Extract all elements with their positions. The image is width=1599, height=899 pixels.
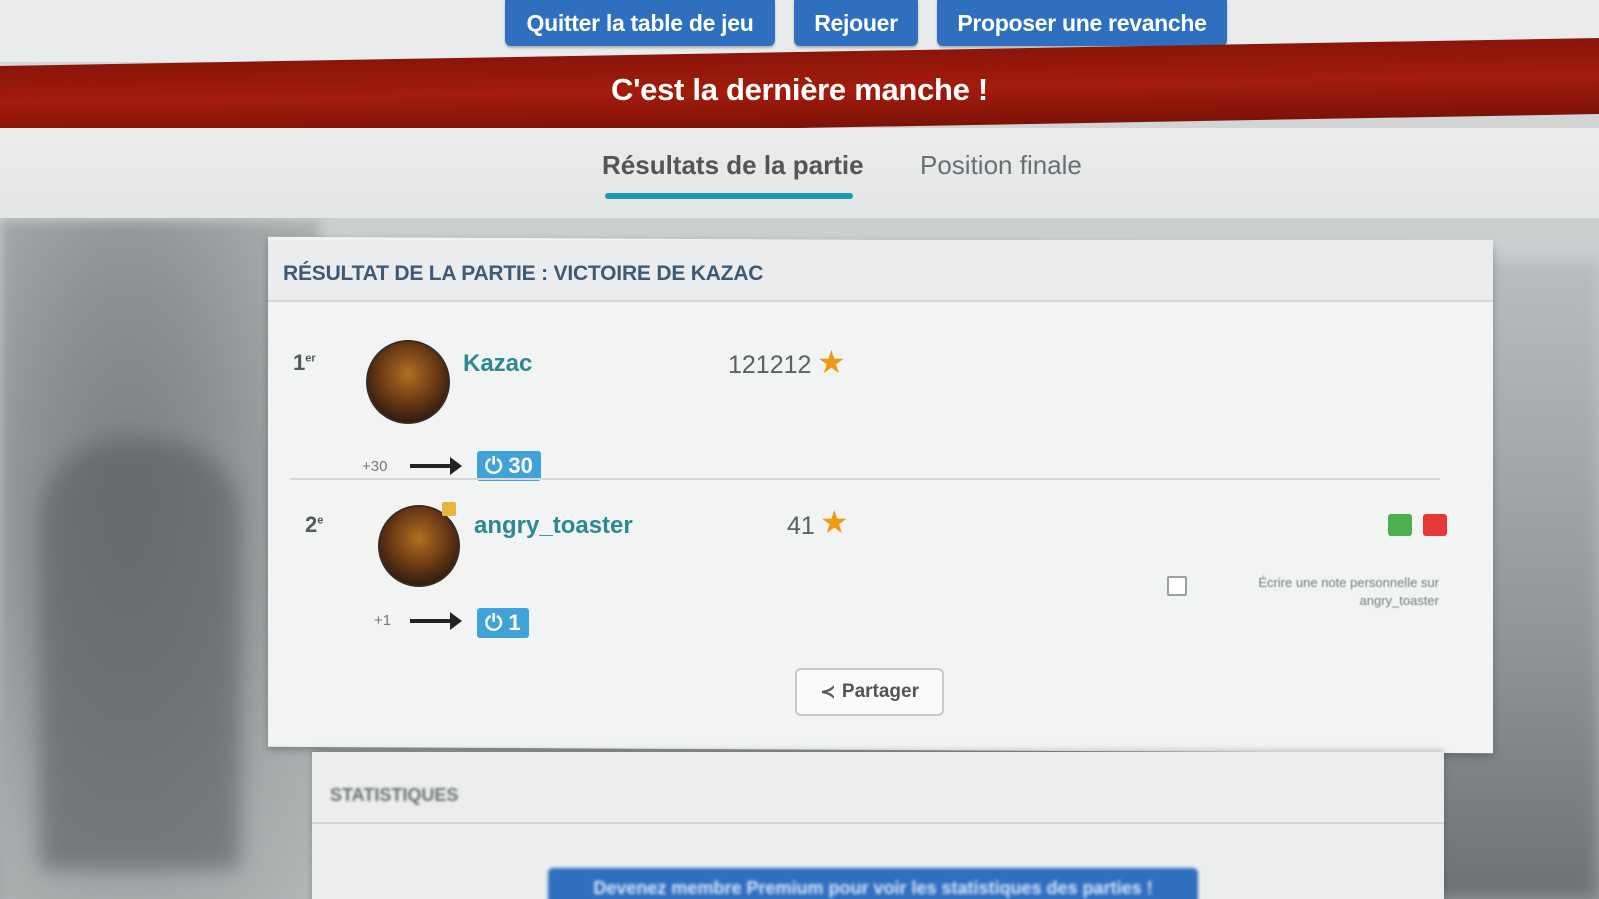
- premium-badge-icon: [442, 502, 456, 516]
- share-label: Partager: [841, 681, 920, 702]
- arrow-right-icon: [410, 457, 462, 475]
- share-icon: ≺: [819, 681, 836, 703]
- replay-button[interactable]: Rejouer: [794, 0, 918, 46]
- tab-game-results[interactable]: Résultats de la partie: [602, 150, 864, 181]
- player-2-points: 1: [508, 610, 521, 635]
- star-icon: ★: [820, 504, 849, 540]
- player-1-points: 30: [508, 453, 533, 478]
- active-tab-indicator: [605, 193, 853, 199]
- player-2-score: 41: [787, 512, 815, 540]
- player-2-points-badge: ⏻ 1: [477, 608, 529, 638]
- row-divider: [290, 478, 1440, 480]
- premium-upsell-button[interactable]: Devenez membre Premium pour voir les sta…: [548, 868, 1198, 899]
- rematch-button[interactable]: Proposer une revanche: [937, 0, 1227, 46]
- arrow-right-icon: [410, 612, 462, 630]
- result-title: RÉSULTAT DE LA PARTIE : VICTOIRE DE KAZA…: [283, 262, 764, 285]
- share-button[interactable]: ≺ Partager: [795, 668, 944, 716]
- rank-number: 1: [293, 350, 306, 375]
- player-1-avatar[interactable]: [366, 340, 450, 424]
- statistics-divider: [312, 822, 1444, 824]
- personal-note-checkbox[interactable]: [1167, 576, 1187, 596]
- thumbs-down-icon[interactable]: [1423, 514, 1447, 536]
- star-icon: ★: [817, 344, 846, 380]
- points-icon: ⏻: [485, 610, 503, 635]
- player-1-score: 121212: [728, 351, 812, 379]
- tab-final-position[interactable]: Position finale: [920, 150, 1082, 181]
- personal-note-label[interactable]: Écrire une note personnelle sur angry_to…: [1194, 574, 1439, 610]
- banner-text: C'est la dernière manche !: [611, 72, 988, 108]
- background-figure: [40, 440, 240, 870]
- player-1-points-badge: ⏻ 30: [477, 451, 541, 481]
- player-1-name[interactable]: Kazac: [463, 350, 532, 378]
- rank-suffix: e: [317, 514, 324, 527]
- rank-suffix: er: [305, 352, 316, 365]
- rank-number: 2: [305, 512, 318, 537]
- player-1-rank: 1er: [293, 350, 316, 376]
- player-2-name[interactable]: angry_toaster: [474, 512, 633, 540]
- player-2-delta: +1: [374, 612, 392, 629]
- player-2-rank: 2e: [305, 512, 323, 538]
- player-2-avatar[interactable]: [378, 505, 460, 587]
- thumbs-up-icon[interactable]: [1388, 514, 1412, 536]
- quit-table-button[interactable]: Quitter la table de jeu: [505, 0, 775, 46]
- points-icon: ⏻: [485, 453, 503, 478]
- statistics-title: STATISTIQUES: [330, 785, 459, 805]
- player-1-delta: +30: [362, 458, 388, 475]
